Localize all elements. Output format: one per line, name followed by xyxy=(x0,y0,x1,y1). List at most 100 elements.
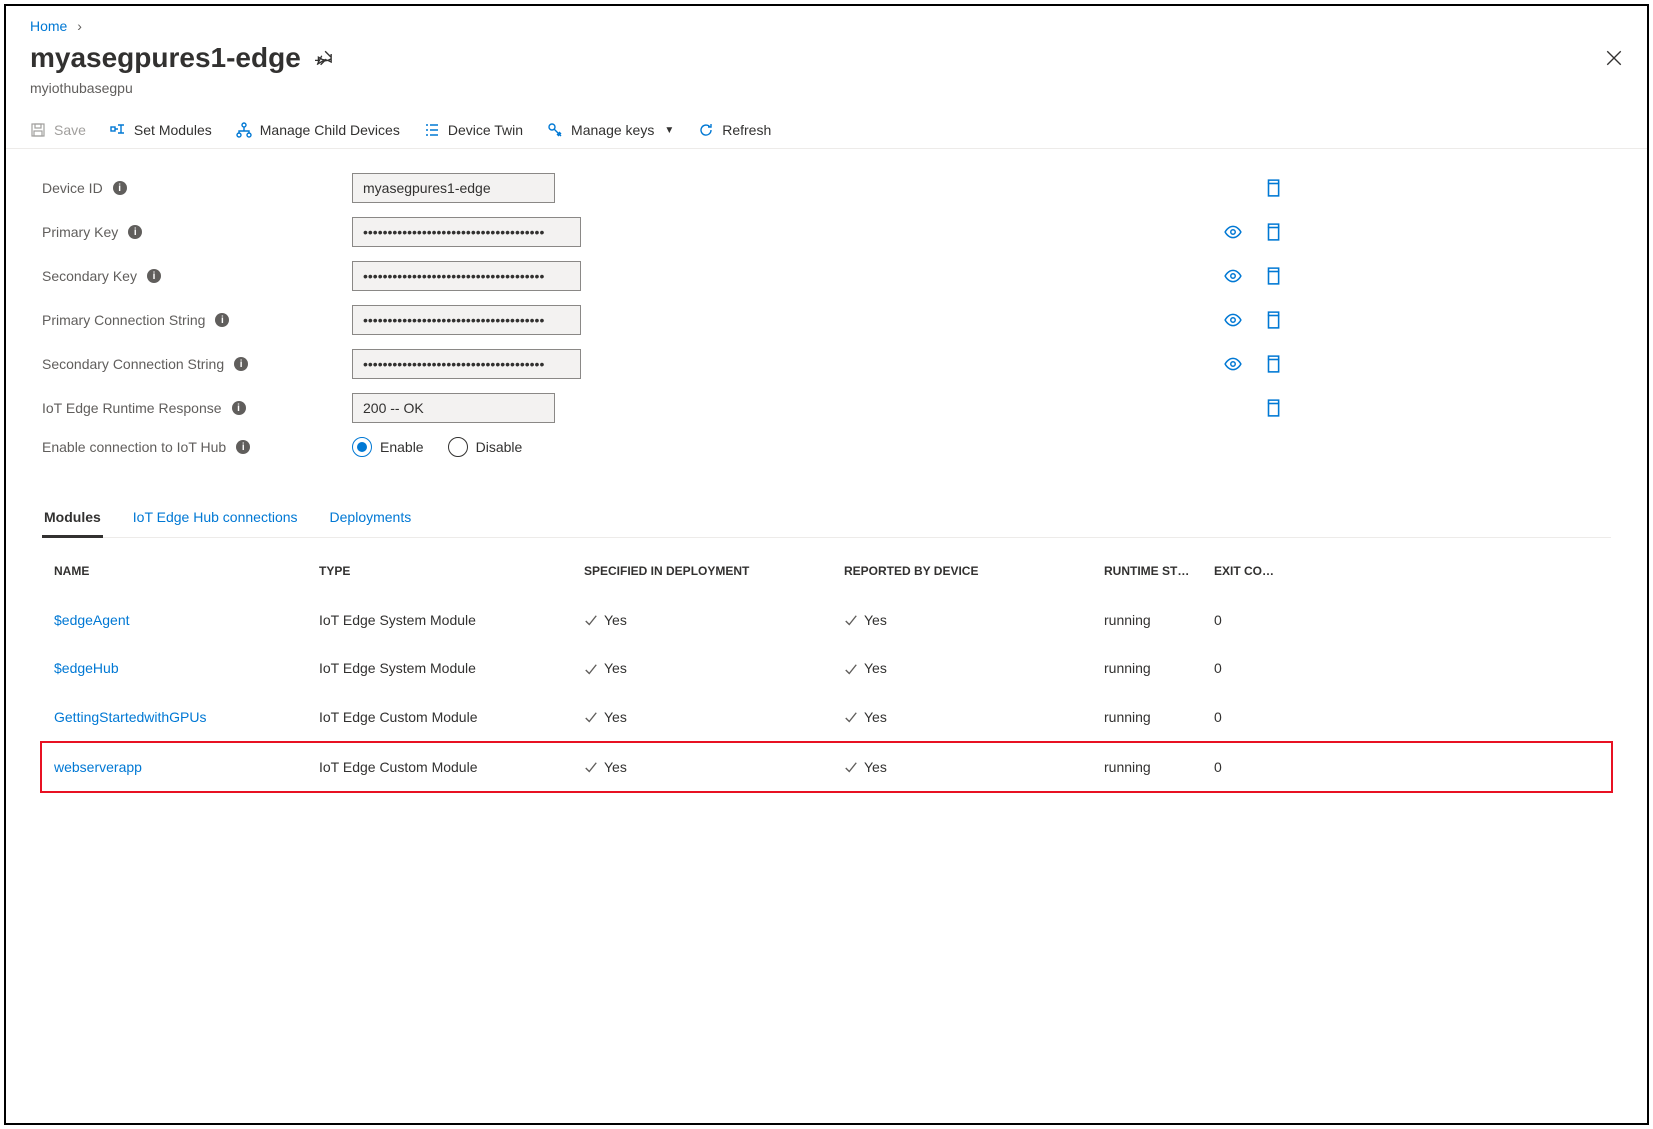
copy-icon[interactable] xyxy=(1264,267,1282,285)
secondary-key-input[interactable] xyxy=(352,261,581,291)
secondary-key-label: Secondary Key i xyxy=(42,268,352,284)
eye-icon[interactable] xyxy=(1224,223,1242,241)
set-modules-button[interactable]: Set Modules xyxy=(110,122,212,138)
hierarchy-icon xyxy=(236,122,252,138)
tab-modules[interactable]: Modules xyxy=(42,497,103,537)
runtime-response-label: IoT Edge Runtime Response i xyxy=(42,400,352,416)
info-icon[interactable]: i xyxy=(234,357,248,371)
module-runtime: running xyxy=(1104,612,1214,628)
copy-icon[interactable] xyxy=(1264,311,1282,329)
disable-label: Disable xyxy=(476,439,523,455)
table-row[interactable]: $edgeHubIoT Edge System ModuleYesYesrunn… xyxy=(42,644,1611,692)
th-rep[interactable]: REPORTED BY DEVICE xyxy=(844,564,1104,578)
module-spec: Yes xyxy=(584,709,844,725)
table-header: NAME TYPE SPECIFIED IN DEPLOYMENT REPORT… xyxy=(42,546,1611,596)
tab-connections[interactable]: IoT Edge Hub connections xyxy=(131,497,300,537)
module-runtime: running xyxy=(1104,709,1214,725)
enable-conn-label: Enable connection to IoT Hub i xyxy=(42,439,352,455)
save-label: Save xyxy=(54,122,86,138)
th-spec[interactable]: SPECIFIED IN DEPLOYMENT xyxy=(584,564,844,578)
module-spec: Yes xyxy=(584,759,844,775)
breadcrumb: Home › xyxy=(6,6,1647,42)
table-row[interactable]: webserverappIoT Edge Custom ModuleYesYes… xyxy=(40,741,1613,793)
close-icon[interactable] xyxy=(1605,49,1623,67)
set-modules-icon xyxy=(110,122,126,138)
th-name[interactable]: NAME xyxy=(54,564,319,578)
runtime-response-input[interactable] xyxy=(352,393,555,423)
subtitle: myiothubasegpu xyxy=(6,80,1647,112)
info-icon[interactable]: i xyxy=(113,181,127,195)
module-exit: 0 xyxy=(1214,759,1294,775)
save-icon xyxy=(30,122,46,138)
th-run[interactable]: RUNTIME ST… xyxy=(1104,564,1214,578)
device-id-label: Device ID i xyxy=(42,180,352,196)
info-icon[interactable]: i xyxy=(215,313,229,327)
info-icon[interactable]: i xyxy=(128,225,142,239)
module-rep: Yes xyxy=(844,612,1104,628)
copy-icon[interactable] xyxy=(1264,179,1282,197)
disable-radio[interactable]: Disable xyxy=(448,437,523,457)
manage-keys-label: Manage keys xyxy=(571,122,654,138)
pin-icon[interactable] xyxy=(315,49,333,67)
refresh-icon xyxy=(698,122,714,138)
refresh-button[interactable]: Refresh xyxy=(698,122,771,138)
secondary-conn-input[interactable] xyxy=(352,349,581,379)
tab-deployments[interactable]: Deployments xyxy=(328,497,414,537)
module-exit: 0 xyxy=(1214,660,1294,676)
copy-icon[interactable] xyxy=(1264,355,1282,373)
eye-icon[interactable] xyxy=(1224,267,1242,285)
module-name-link[interactable]: GettingStartedwithGPUs xyxy=(54,709,207,725)
module-type: IoT Edge Custom Module xyxy=(319,709,584,725)
info-icon[interactable]: i xyxy=(147,269,161,283)
primary-key-label: Primary Key i xyxy=(42,224,352,240)
manage-child-label: Manage Child Devices xyxy=(260,122,400,138)
th-type[interactable]: TYPE xyxy=(319,564,584,578)
table-row[interactable]: GettingStartedwithGPUs IoT Edge Custom Mo… xyxy=(42,693,1611,741)
module-name-link[interactable]: $edgeAgent xyxy=(54,612,130,628)
th-exit[interactable]: EXIT CO… xyxy=(1214,564,1294,578)
modules-table: NAME TYPE SPECIFIED IN DEPLOYMENT REPORT… xyxy=(42,546,1611,793)
info-icon[interactable]: i xyxy=(236,440,250,454)
primary-key-input[interactable] xyxy=(352,217,581,247)
primary-conn-input[interactable] xyxy=(352,305,581,335)
module-type: IoT Edge System Module xyxy=(319,660,584,676)
key-icon xyxy=(547,122,563,138)
tabs: Modules IoT Edge Hub connections Deploym… xyxy=(42,497,1611,538)
copy-icon[interactable] xyxy=(1264,399,1282,417)
info-icon[interactable]: i xyxy=(232,401,246,415)
secondary-conn-label: Secondary Connection String i xyxy=(42,356,352,372)
module-type: IoT Edge Custom Module xyxy=(319,759,584,775)
eye-icon[interactable] xyxy=(1224,311,1242,329)
list-icon xyxy=(424,122,440,138)
module-spec: Yes xyxy=(584,612,844,628)
module-name-link[interactable]: webserverapp xyxy=(54,759,142,775)
breadcrumb-home[interactable]: Home xyxy=(30,18,67,34)
enable-label: Enable xyxy=(380,439,424,455)
toolbar: Save Set Modules Manage Child Devices De… xyxy=(6,112,1647,149)
module-name-link[interactable]: $edgeHub xyxy=(54,660,119,676)
table-row[interactable]: $edgeAgentIoT Edge System ModuleYesYesru… xyxy=(42,596,1611,644)
module-rep: Yes xyxy=(844,660,1104,676)
chevron-right-icon: › xyxy=(77,18,82,34)
module-exit: 0 xyxy=(1214,709,1294,725)
module-runtime: running xyxy=(1104,759,1214,775)
module-rep: Yes xyxy=(844,759,1104,775)
set-modules-label: Set Modules xyxy=(134,122,212,138)
refresh-label: Refresh xyxy=(722,122,771,138)
save-button: Save xyxy=(30,122,86,138)
module-exit: 0 xyxy=(1214,612,1294,628)
enable-radio[interactable]: Enable xyxy=(352,437,424,457)
chevron-down-icon: ▼ xyxy=(664,125,674,136)
eye-icon[interactable] xyxy=(1224,355,1242,373)
device-twin-button[interactable]: Device Twin xyxy=(424,122,523,138)
module-spec: Yes xyxy=(584,660,844,676)
module-runtime: running xyxy=(1104,660,1214,676)
copy-icon[interactable] xyxy=(1264,223,1282,241)
device-id-input[interactable] xyxy=(352,173,555,203)
device-twin-label: Device Twin xyxy=(448,122,523,138)
module-type: IoT Edge System Module xyxy=(319,612,584,628)
manage-child-button[interactable]: Manage Child Devices xyxy=(236,122,400,138)
page-title: myasegpures1-edge xyxy=(30,42,301,74)
manage-keys-button[interactable]: Manage keys ▼ xyxy=(547,122,674,138)
primary-conn-label: Primary Connection String i xyxy=(42,312,352,328)
